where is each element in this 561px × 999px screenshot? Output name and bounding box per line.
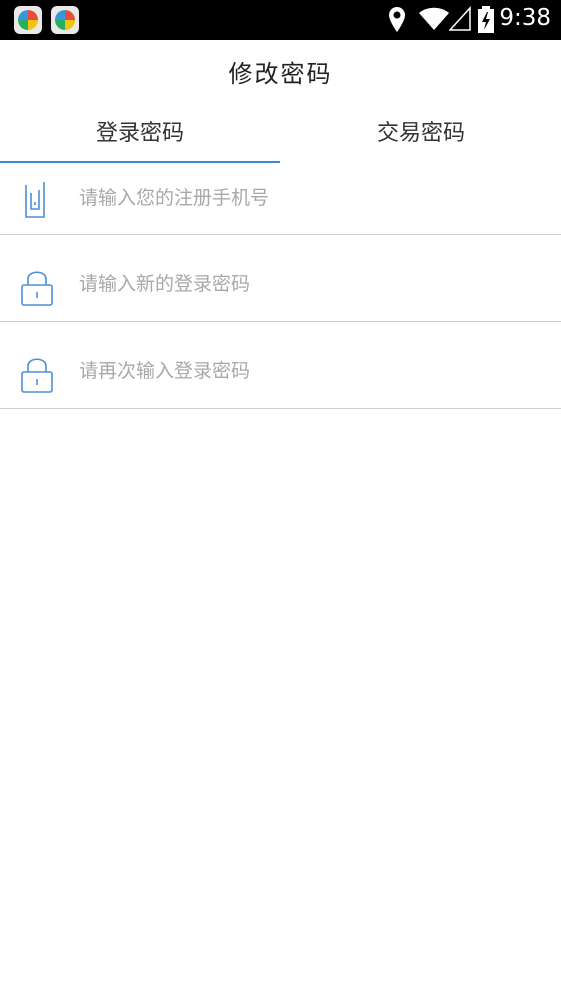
- signal-icon: [449, 6, 471, 31]
- status-bar: 9:38: [0, 0, 561, 40]
- tab-login-password[interactable]: 登录密码: [0, 106, 280, 163]
- confirm-password-row: [0, 322, 561, 409]
- tab-transaction-password[interactable]: 交易密码: [281, 106, 561, 163]
- tab-bar: 登录密码 交易密码: [0, 106, 561, 163]
- confirm-password-input[interactable]: [79, 360, 551, 382]
- location-icon: [389, 7, 405, 32]
- battery-charging-icon: [478, 6, 494, 33]
- new-password-input[interactable]: [79, 273, 551, 295]
- phone-input[interactable]: [79, 187, 551, 209]
- phone-row: [0, 163, 561, 235]
- lock-icon: [21, 358, 53, 393]
- password-form: [0, 163, 561, 409]
- clock: 9:38: [499, 5, 551, 31]
- wifi-icon: [419, 7, 449, 30]
- app-icon[interactable]: [14, 6, 42, 34]
- lock-icon: [21, 271, 53, 306]
- page-title: 修改密码: [228, 60, 333, 86]
- new-password-row: [0, 235, 561, 322]
- phone-icon: [25, 182, 45, 218]
- app-icon[interactable]: [51, 6, 79, 34]
- title-bar: 修改密码: [0, 40, 561, 86]
